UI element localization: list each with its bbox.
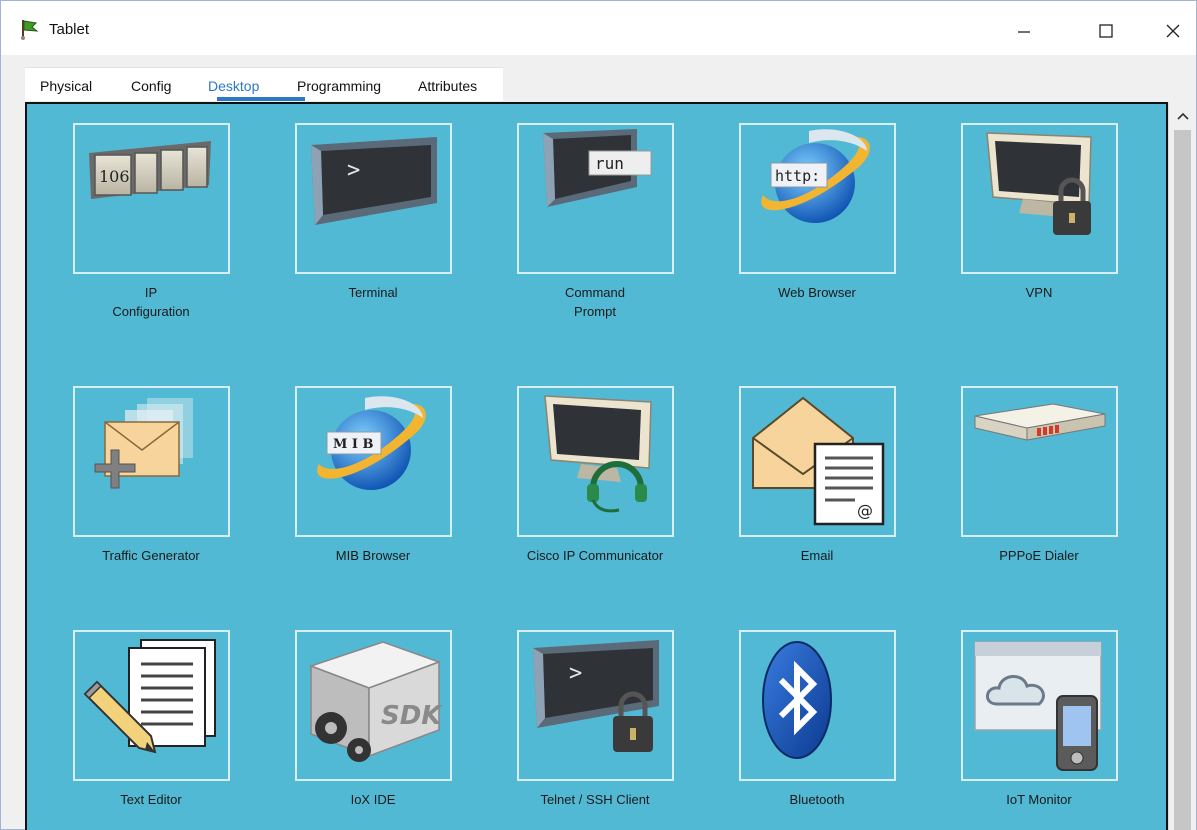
terminal-label: Terminal — [348, 285, 398, 300]
minimize-button[interactable] — [1004, 13, 1044, 49]
ip-configuration-icon: 106 — [89, 141, 211, 199]
bluetooth-tile[interactable] — [739, 630, 896, 781]
telnet-ssh-client-icon: > — [533, 640, 659, 752]
tab-desktop[interactable]: Desktop — [208, 78, 259, 94]
tab-bar: Physical Config Desktop Programming Attr… — [25, 67, 503, 101]
pppoe-dialer-icon — [974, 403, 1106, 441]
vertical-scrollbar[interactable] — [1168, 102, 1196, 830]
svg-text:@: @ — [857, 501, 873, 520]
terminal-icon: > — [311, 137, 437, 225]
maximize-icon — [1099, 24, 1113, 38]
iox-ide-label: IoX IDE — [350, 792, 396, 807]
vpn-tile[interactable] — [961, 123, 1118, 274]
tablet-app-icon — [19, 18, 41, 40]
iox-ide-icon: SDK — [308, 641, 443, 762]
svg-text:SDK: SDK — [381, 701, 443, 731]
command-prompt-tile[interactable]: run — [517, 123, 674, 274]
vpn-label: VPN — [1025, 285, 1053, 300]
tab-attributes[interactable]: Attributes — [418, 78, 477, 94]
text-editor-label: Text Editor — [120, 792, 182, 807]
telnet-ssh-client-label: Telnet / SSH Client — [540, 792, 650, 807]
ip-configuration-tile[interactable]: 106 — [73, 123, 230, 274]
window-title: Tablet — [49, 21, 90, 38]
traffic-generator-tile[interactable] — [73, 386, 230, 537]
command-prompt-icon: run — [543, 129, 652, 207]
minimize-icon — [1018, 31, 1030, 33]
web-browser-tile[interactable]: http: — [739, 123, 896, 274]
scroll-up-button[interactable] — [1174, 108, 1192, 124]
maximize-button[interactable] — [1086, 13, 1126, 49]
mib-browser-label: MIB Browser — [335, 548, 411, 563]
mib-browser-icon: M I B — [317, 396, 426, 490]
web-browser-label: Web Browser — [778, 285, 856, 300]
tablet-window: Tablet Physical Config Desktop Programmi… — [0, 0, 1197, 830]
iot-monitor-tile[interactable] — [961, 630, 1118, 781]
email-label: Email — [800, 548, 834, 563]
bluetooth-label: Bluetooth — [789, 792, 845, 807]
close-button[interactable] — [1153, 13, 1193, 49]
cisco-ip-communicator-icon — [544, 395, 652, 513]
title-bar: Tablet — [1, 1, 1196, 55]
svg-text:>: > — [569, 661, 582, 686]
command-prompt-label: Command Prompt — [565, 285, 625, 319]
cisco-ip-communicator-label: Cisco IP Communicator — [526, 548, 664, 563]
email-icon: @ — [752, 396, 885, 526]
mib-browser-tile[interactable]: M I B — [295, 386, 452, 537]
text-editor-icon — [83, 639, 216, 754]
pppoe-dialer-label: PPPoE Dialer — [999, 548, 1079, 563]
cisco-ip-communicator-tile[interactable] — [517, 386, 674, 537]
svg-text:>: > — [347, 158, 360, 183]
email-tile[interactable]: @ — [739, 386, 896, 537]
active-tab-indicator — [217, 97, 305, 101]
traffic-generator-label: Traffic Generator — [102, 548, 200, 563]
iox-ide-tile[interactable]: SDK — [295, 630, 452, 781]
tab-config[interactable]: Config — [131, 78, 171, 94]
web-browser-icon: http: — [761, 129, 870, 223]
iot-monitor-icon — [974, 641, 1102, 771]
svg-text:run: run — [595, 154, 624, 173]
terminal-tile[interactable]: > — [295, 123, 452, 274]
iot-monitor-label: IoT Monitor — [1006, 792, 1072, 807]
scrollbar-thumb[interactable] — [1174, 130, 1191, 830]
vpn-icon — [986, 132, 1092, 235]
svg-text:http:: http: — [775, 167, 820, 185]
svg-text:106: 106 — [99, 167, 130, 186]
text-editor-tile[interactable] — [73, 630, 230, 781]
tab-physical[interactable]: Physical — [40, 78, 92, 94]
close-icon — [1166, 24, 1180, 38]
traffic-generator-icon — [94, 398, 193, 489]
desktop-panel: 106 IP Configuration > Terminal run Comm… — [25, 102, 1168, 830]
chevron-up-icon — [1177, 112, 1189, 120]
telnet-ssh-client-tile[interactable]: > — [517, 630, 674, 781]
tab-programming[interactable]: Programming — [297, 78, 381, 94]
ip-configuration-label: IP Configuration — [112, 285, 190, 319]
svg-text:M I B: M I B — [333, 437, 374, 452]
pppoe-dialer-tile[interactable] — [961, 386, 1118, 537]
bluetooth-icon — [762, 641, 832, 759]
